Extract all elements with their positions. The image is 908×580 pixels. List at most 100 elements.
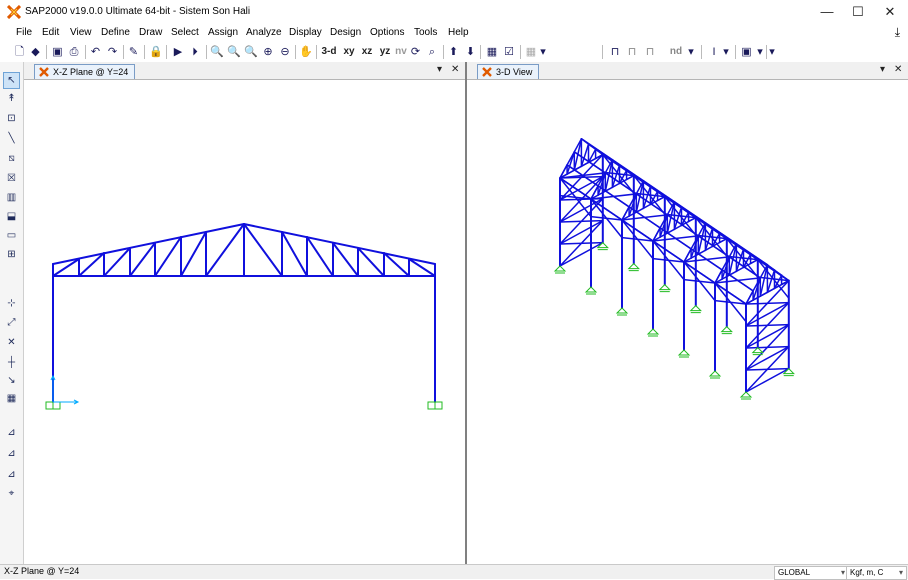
zoom-window-icon[interactable]: 🔍 (210, 44, 224, 60)
coordinate-system-value: GLOBAL (778, 568, 811, 577)
dropdown-arrow-icon[interactable]: ▾ (687, 44, 695, 60)
toolbar-separator (443, 45, 444, 59)
close-pane-icon[interactable]: ✕ (451, 64, 459, 75)
save-icon[interactable]: ▣ (51, 44, 64, 60)
view-nv-button[interactable]: nv (394, 44, 408, 60)
menu-design[interactable]: Design (330, 27, 361, 38)
pan-icon[interactable]: ✋ (299, 44, 313, 60)
sap2000-tab-icon (39, 67, 49, 77)
window-title: SAP2000 v19.0.0 Ultimate 64-bit - Sistem… (25, 6, 251, 17)
toolbar-separator (46, 45, 47, 59)
toolbar-separator (602, 45, 603, 59)
view-3d-button[interactable]: 3-d (320, 44, 338, 60)
menu-assign[interactable]: Assign (208, 27, 238, 38)
print-icon[interactable]: ⎙ (67, 44, 81, 60)
reshape-icon[interactable]: ↟ (4, 91, 19, 106)
new-model-icon[interactable]: 🗋 (13, 44, 26, 60)
run-now-icon[interactable]: ⏵ (188, 44, 202, 60)
maximize-button[interactable]: ☐ (843, 0, 873, 24)
clear-selection-icon[interactable]: ⊿ (4, 467, 19, 482)
sap2000-app-icon (7, 5, 21, 19)
zoom-out-icon[interactable]: ⊖ (278, 44, 292, 60)
toolbar-separator (701, 45, 702, 59)
snap-grid-icon[interactable]: ▦ (4, 391, 19, 406)
snap-perpendicular-icon[interactable]: ┼ (4, 355, 19, 370)
move-down-icon[interactable]: ⬇ (464, 44, 477, 60)
menu-bar: File Edit View Define Draw Select Assign… (0, 24, 908, 42)
tab-menu-chevron-icon[interactable]: ▾ (437, 64, 442, 75)
menu-edit[interactable]: Edit (42, 27, 59, 38)
run-analysis-icon[interactable]: ▶ (172, 44, 184, 60)
lock-icon[interactable]: 🔒 (149, 44, 163, 60)
set-display-icon[interactable]: ☑ (502, 44, 516, 60)
frame-release-icon[interactable]: ⊓ (625, 44, 639, 60)
menu-define[interactable]: Define (101, 27, 130, 38)
frame-section-icon[interactable]: ⊓ (608, 44, 622, 60)
menu-draw[interactable]: Draw (139, 27, 162, 38)
draw-special-frame-icon[interactable]: ▥ (4, 190, 19, 205)
refresh-view-icon[interactable]: ✎ (127, 44, 140, 60)
tab-3d-view-label: 3-D View (496, 67, 533, 77)
menu-help[interactable]: Help (448, 27, 469, 38)
quick-draw-area-icon[interactable]: ⊞ (4, 247, 19, 262)
menu-analyze[interactable]: Analyze (246, 27, 282, 38)
3d-view-canvas[interactable] (467, 80, 908, 564)
display-options-icon[interactable]: ▦ (485, 44, 499, 60)
rotate-view-icon[interactable]: ⟳ (409, 44, 422, 60)
chevron-down-icon: ▾ (840, 568, 845, 577)
draw-poly-area-icon[interactable]: ⬓ (4, 209, 19, 224)
xz-plane-view-pane[interactable]: X-Z Plane @ Y=24 ▾ ✕ (24, 62, 465, 564)
toolbar-separator (166, 45, 167, 59)
draw-frame-icon[interactable]: ╲ (4, 131, 19, 146)
download-icon[interactable]: ⤓ (895, 25, 900, 40)
snap-intersections-icon[interactable]: ✕ (4, 335, 19, 350)
view-yz-button[interactable]: yz (377, 44, 393, 60)
node-display-button[interactable]: nd (669, 44, 683, 60)
xz-plane-canvas[interactable] (24, 80, 465, 564)
menu-options[interactable]: Options (370, 27, 404, 38)
close-button[interactable]: ✕ (875, 0, 905, 24)
dropdown-arrow-icon[interactable]: ▾ (756, 44, 764, 60)
tab-menu-chevron-icon[interactable]: ▾ (880, 64, 885, 75)
dropdown-arrow-icon[interactable]: ▾ (539, 44, 547, 60)
frame-load-icon[interactable]: ⊓ (642, 44, 658, 60)
select-all-icon[interactable]: ⊿ (4, 425, 19, 440)
menu-view[interactable]: View (70, 27, 92, 38)
toolbar-separator (766, 45, 767, 59)
redo-icon[interactable]: ↷ (106, 44, 119, 60)
view-xz-button[interactable]: xz (359, 44, 375, 60)
select-intersecting-icon[interactable]: ⌖ (4, 486, 19, 501)
undo-icon[interactable]: ↶ (89, 44, 102, 60)
right-tab-strip: 3-D View ▾ ✕ (467, 62, 908, 80)
previous-select-icon[interactable]: ⊿ (4, 446, 19, 461)
zoom-full-icon[interactable]: 🔍 (244, 44, 258, 60)
show-grid-icon[interactable]: ▦ (524, 44, 538, 60)
perspective-toggle-icon[interactable]: ⌕ (424, 44, 440, 60)
draw-rect-area-icon[interactable]: ▭ (4, 228, 19, 243)
snap-ends-icon[interactable]: ⤢ (4, 315, 19, 330)
menu-select[interactable]: Select (171, 27, 199, 38)
view-xy-button[interactable]: xy (341, 44, 357, 60)
3d-view-pane[interactable]: 3-D View ▾ ✕ (467, 62, 908, 564)
minimize-button[interactable]: — (812, 0, 842, 24)
menu-display[interactable]: Display (289, 27, 322, 38)
color-box-icon[interactable]: ▣ (740, 44, 753, 60)
dropdown-arrow-icon[interactable]: ▾ (768, 44, 776, 60)
draw-brace-icon[interactable]: ⧅ (4, 151, 19, 166)
dropdown-arrow-icon[interactable]: ▾ (722, 44, 730, 60)
zoom-restore-icon[interactable]: 🔍 (227, 44, 241, 60)
draw-joint-icon[interactable]: ⊡ (4, 111, 19, 126)
zoom-in-icon[interactable]: ⊕ (261, 44, 275, 60)
tab-3d-view[interactable]: 3-D View (477, 64, 540, 79)
open-icon[interactable]: ◆ (29, 44, 42, 60)
move-up-icon[interactable]: ⬆ (447, 44, 460, 60)
draw-cross-brace-icon[interactable]: ☒ (4, 171, 19, 186)
tab-xz-plane[interactable]: X-Z Plane @ Y=24 (34, 64, 136, 79)
close-pane-icon[interactable]: ✕ (894, 64, 902, 75)
snap-lines-icon[interactable]: ↘ (4, 373, 19, 388)
menu-file[interactable]: File (16, 27, 32, 38)
menu-tools[interactable]: Tools (414, 27, 437, 38)
pointer-select-icon[interactable]: ↖ (3, 72, 20, 89)
snap-joints-icon[interactable]: ⊹ (4, 296, 19, 311)
text-insert-icon[interactable]: I (708, 44, 720, 60)
